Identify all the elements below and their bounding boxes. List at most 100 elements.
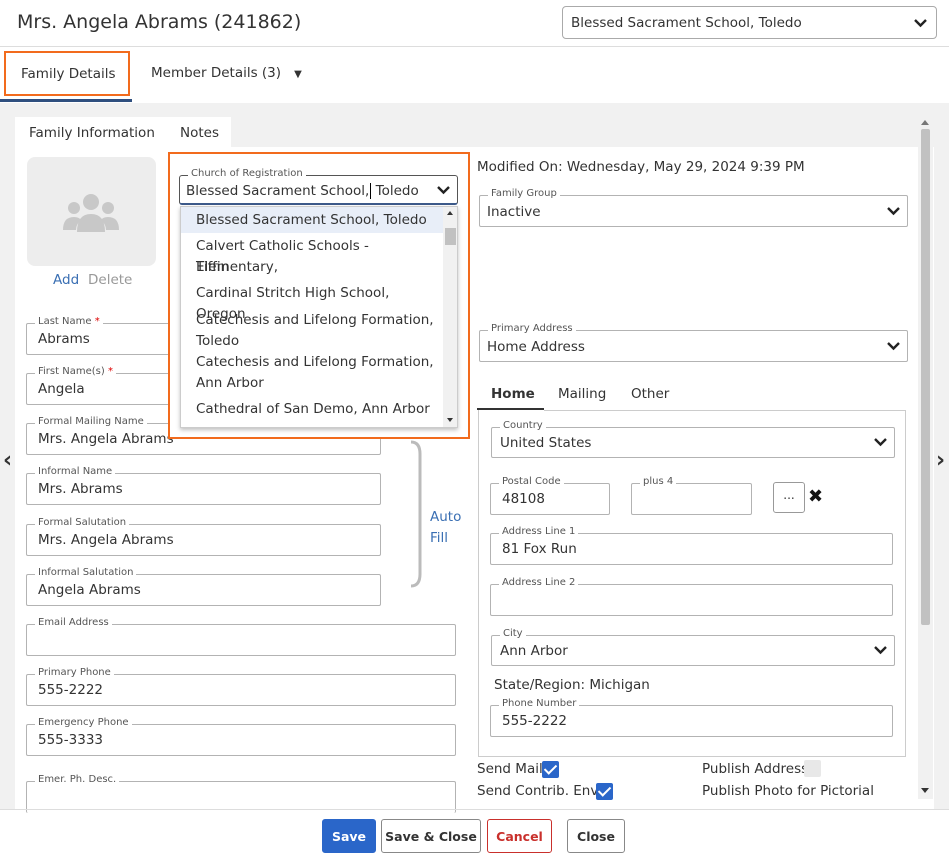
church-option[interactable]: Catechesis and Lifelong Formation, bbox=[181, 352, 443, 373]
tab-member-details[interactable]: Member Details (3) ▼ bbox=[151, 62, 302, 82]
address-line1-value: 81 Fox Run bbox=[502, 541, 577, 557]
church-option[interactable]: Cathedral of San Demo, Ann Arbor bbox=[181, 399, 443, 420]
last-name-label: Last Name * bbox=[35, 316, 103, 327]
address-line2-field[interactable]: Address Line 2 bbox=[490, 577, 893, 616]
tab-mailing[interactable]: Mailing bbox=[558, 386, 606, 402]
state-region: State/Region: Michigan bbox=[494, 677, 650, 693]
scrollbar-thumb[interactable] bbox=[921, 129, 930, 625]
auto-fill-line2: Fill bbox=[430, 530, 449, 546]
email-field[interactable]: Email Address bbox=[26, 617, 456, 656]
primary-address-select[interactable]: Primary Address Home Address bbox=[479, 323, 908, 362]
church-option[interactable]: Blessed Sacrament School, Toledo bbox=[181, 207, 443, 233]
emergency-phone-label: Emergency Phone bbox=[35, 717, 132, 728]
formal-salutation-field[interactable]: Formal Salutation Mrs. Angela Abrams bbox=[26, 517, 381, 556]
scroll-down-icon[interactable] bbox=[921, 788, 929, 793]
tab-notes[interactable]: Notes bbox=[166, 117, 231, 147]
informal-name-label: Informal Name bbox=[35, 466, 116, 477]
primary-address-label: Primary Address bbox=[488, 323, 576, 334]
church-registration-select[interactable]: Church of Registration Blessed Sacrament… bbox=[179, 168, 458, 205]
auto-fill-bracket bbox=[410, 440, 422, 588]
save-close-button[interactable]: Save & Close bbox=[381, 819, 481, 853]
address-line1-field[interactable]: Address Line 1 81 Fox Run bbox=[490, 526, 893, 565]
chevron-down-icon bbox=[874, 646, 887, 655]
family-group-select[interactable]: Family Group Inactive bbox=[479, 188, 908, 227]
last-name-label-text: Last Name bbox=[38, 316, 92, 327]
church-value-before: Blessed Sacrament School, bbox=[186, 183, 370, 199]
tab-home[interactable]: Home bbox=[477, 384, 544, 410]
church-option[interactable]: Catechesis and Lifelong Formation, bbox=[181, 310, 443, 331]
postal-lookup-button[interactable]: ... bbox=[773, 482, 805, 513]
chevron-down-icon bbox=[914, 19, 927, 28]
auto-fill-link[interactable]: Auto Fill bbox=[430, 507, 461, 549]
informal-salutation-field[interactable]: Informal Salutation Angela Abrams bbox=[26, 567, 381, 606]
family-group-value: Inactive bbox=[487, 204, 541, 220]
chevron-down-icon bbox=[887, 342, 900, 351]
cancel-button[interactable]: Cancel bbox=[487, 819, 552, 853]
clear-postal-icon[interactable]: ✖ bbox=[808, 486, 823, 507]
church-options-list[interactable]: Blessed Sacrament School, Toledo Calvert… bbox=[180, 206, 458, 428]
scroll-up-icon[interactable] bbox=[447, 211, 453, 215]
add-photo-link[interactable]: Add bbox=[53, 272, 79, 288]
last-name-value: Abrams bbox=[38, 331, 90, 347]
address-line2-label: Address Line 2 bbox=[499, 577, 579, 588]
scroll-up-icon[interactable] bbox=[921, 120, 929, 125]
church-option-cont[interactable]: Toledo bbox=[181, 331, 443, 352]
dropdown-scrollbar-thumb[interactable] bbox=[445, 228, 456, 245]
close-button[interactable]: Close bbox=[567, 819, 625, 853]
tab-other[interactable]: Other bbox=[631, 386, 669, 402]
tab-family-information[interactable]: Family Information bbox=[15, 117, 166, 149]
school-select[interactable]: Blessed Sacrament School, Toledo bbox=[562, 6, 937, 39]
city-select[interactable]: City Ann Arbor bbox=[491, 628, 895, 666]
save-button[interactable]: Save bbox=[322, 819, 376, 853]
tab-home-label: Home bbox=[491, 386, 535, 402]
primary-phone-label: Primary Phone bbox=[35, 667, 114, 678]
primary-phone-field[interactable]: Primary Phone 555-2222 bbox=[26, 667, 456, 706]
emergency-phone-value: 555-3333 bbox=[38, 732, 103, 748]
primary-phone-value: 555-2222 bbox=[38, 682, 103, 698]
photo-placeholder bbox=[27, 157, 156, 266]
tab-member-details-label: Member Details (3) bbox=[151, 65, 282, 81]
send-contrib-checkbox[interactable] bbox=[596, 783, 613, 800]
country-value: United States bbox=[500, 435, 592, 451]
last-name-field[interactable]: Last Name * Abrams bbox=[26, 316, 172, 355]
informal-salutation-value: Angela Abrams bbox=[38, 582, 141, 598]
required-marker: * bbox=[107, 366, 113, 377]
postal-code-field[interactable]: Postal Code 48108 bbox=[490, 476, 610, 515]
informal-name-field[interactable]: Informal Name Mrs. Abrams bbox=[26, 466, 381, 505]
phone-number-label: Phone Number bbox=[499, 698, 580, 709]
prev-arrow[interactable]: ‹ bbox=[3, 448, 12, 473]
address-panel-top-line bbox=[544, 410, 906, 411]
emergency-phone-field[interactable]: Emergency Phone 555-3333 bbox=[26, 717, 456, 756]
first-name-value: Angela bbox=[38, 381, 85, 397]
publish-address-checkbox[interactable] bbox=[804, 760, 821, 777]
emer-desc-label: Emer. Ph. Desc. bbox=[35, 774, 120, 785]
family-group-label: Family Group bbox=[488, 188, 560, 199]
country-select[interactable]: Country United States bbox=[491, 420, 895, 458]
plus4-field[interactable]: plus 4 bbox=[631, 476, 752, 515]
scrollbar[interactable] bbox=[918, 117, 933, 799]
city-value: Ann Arbor bbox=[500, 643, 568, 659]
church-option-cont[interactable]: Ann Arbor bbox=[181, 373, 443, 394]
send-mail-label: Send Mail bbox=[477, 761, 543, 777]
church-option-cont[interactable]: Tiffin bbox=[181, 257, 443, 278]
next-arrow[interactable]: › bbox=[936, 448, 945, 473]
informal-name-value: Mrs. Abrams bbox=[38, 481, 123, 497]
dropdown-scrollbar[interactable] bbox=[443, 207, 457, 427]
postal-code-label: Postal Code bbox=[499, 476, 564, 487]
required-marker: * bbox=[94, 316, 100, 327]
phone-number-value: 555-2222 bbox=[502, 713, 567, 729]
first-name-field[interactable]: First Name(s) * Angela bbox=[26, 366, 172, 405]
send-contrib-label: Send Contrib. Env. bbox=[477, 783, 602, 799]
address-line1-label: Address Line 1 bbox=[499, 526, 579, 537]
send-mail-checkbox[interactable] bbox=[542, 761, 559, 778]
chevron-down-icon bbox=[437, 186, 450, 195]
users-icon bbox=[63, 194, 119, 232]
informal-salutation-label: Informal Salutation bbox=[35, 567, 137, 578]
tab-family-details[interactable]: Family Details bbox=[4, 51, 130, 96]
plus4-label: plus 4 bbox=[640, 476, 677, 487]
scroll-down-icon[interactable] bbox=[447, 418, 453, 422]
primary-address-value: Home Address bbox=[487, 339, 585, 355]
phone-number-field[interactable]: Phone Number 555-2222 bbox=[490, 698, 893, 737]
modified-on: Modified On: Wednesday, May 29, 2024 9:3… bbox=[477, 159, 805, 175]
delete-photo-link[interactable]: Delete bbox=[88, 272, 132, 288]
